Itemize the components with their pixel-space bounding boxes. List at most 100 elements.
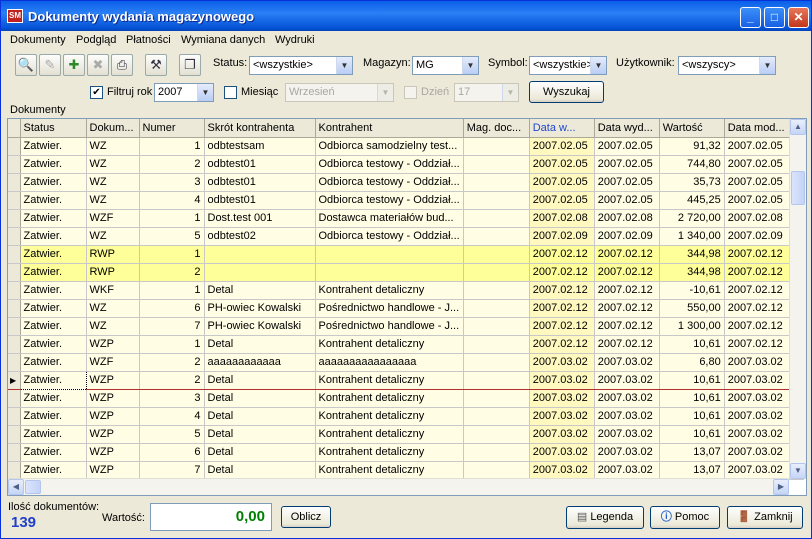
status-select[interactable]: <wszystkie> ▼ — [249, 56, 353, 75]
cell-mag-doc[interactable] — [463, 443, 530, 462]
cell-date-issue[interactable]: 2007.02.08 — [594, 209, 660, 228]
cell-date-mod[interactable]: 2007.03.02 — [724, 353, 790, 372]
cell-date-w[interactable]: 2007.03.02 — [529, 370, 595, 390]
cell-contractor-short[interactable]: odbtest01 — [204, 191, 316, 210]
table-row[interactable]: Zatwier. WZP 6 Detal Kontrahent detaliczny 20… — [8, 443, 805, 462]
preview-icon[interactable]: 🔍 — [15, 54, 37, 76]
cell-date-mod[interactable]: 2007.02.12 — [724, 299, 790, 318]
cell-date-w[interactable]: 2007.02.09 — [529, 227, 595, 246]
cell-number[interactable]: 5 — [139, 425, 205, 444]
cell-number[interactable]: 3 — [139, 173, 205, 192]
cell-mag-doc[interactable] — [463, 317, 530, 336]
cell-value[interactable]: 13,07 — [659, 461, 725, 480]
cell-status[interactable]: Zatwier. — [20, 317, 87, 336]
cell-contractor[interactable]: Kontrahent detaliczny — [315, 425, 464, 444]
cell-contractor-short[interactable]: odbtest01 — [204, 173, 316, 192]
cell-value[interactable]: 35,73 — [659, 173, 725, 192]
row-indicator[interactable] — [8, 461, 21, 480]
cell-contractor-short[interactable]: Detal — [204, 425, 316, 444]
table-row[interactable]: Zatwier. WZP 5 Detal Kontrahent detaliczny 20… — [8, 425, 805, 444]
cell-date-w[interactable]: 2007.02.05 — [529, 137, 595, 156]
cell-mag-doc[interactable] — [463, 155, 530, 174]
row-indicator[interactable] — [8, 173, 21, 192]
column-header-value[interactable]: Wartość — [659, 119, 725, 138]
cell-status[interactable]: Zatwier. — [20, 191, 87, 210]
scroll-right-icon[interactable]: ▶ — [773, 479, 789, 495]
cell-contractor-short[interactable] — [204, 263, 316, 282]
row-indicator[interactable] — [8, 407, 21, 426]
edit-icon[interactable]: ✎ — [39, 54, 61, 76]
cell-document[interactable]: WZ — [86, 155, 140, 174]
cell-mag-doc[interactable] — [463, 281, 530, 300]
row-indicator[interactable] — [8, 389, 21, 408]
row-indicator[interactable] — [8, 281, 21, 300]
cell-value[interactable]: 744,80 — [659, 155, 725, 174]
table-row[interactable]: Zatwier. WZ 1 odbtestsam Odbiorca samodzieln… — [8, 137, 805, 156]
cell-date-issue[interactable]: 2007.03.02 — [594, 389, 660, 408]
cell-value[interactable]: 1 300,00 — [659, 317, 725, 336]
cell-mag-doc[interactable] — [463, 209, 530, 228]
cell-date-mod[interactable]: 2007.02.05 — [724, 155, 790, 174]
cell-contractor[interactable]: Odbiorca testowy - Oddział... — [315, 173, 464, 192]
cell-date-issue[interactable]: 2007.02.12 — [594, 263, 660, 282]
cell-mag-doc[interactable] — [463, 227, 530, 246]
table-row[interactable]: Zatwier. RWP 2 2007.02.12 2007.02.12 344,98 20… — [8, 263, 805, 282]
cell-document[interactable]: WKF — [86, 281, 140, 300]
table-row[interactable]: Zatwier. WZ 7 PH-owiec Kowalski Pośrednictwo… — [8, 317, 805, 336]
cell-date-w[interactable]: 2007.02.08 — [529, 209, 595, 228]
cell-document[interactable]: WZP — [86, 389, 140, 408]
cell-number[interactable]: 6 — [139, 299, 205, 318]
cell-value[interactable]: 1 340,00 — [659, 227, 725, 246]
cell-value[interactable]: 91,32 — [659, 137, 725, 156]
cell-status[interactable]: Zatwier. — [20, 389, 87, 408]
cell-date-w[interactable]: 2007.03.02 — [529, 407, 595, 426]
cell-value[interactable]: 550,00 — [659, 299, 725, 318]
cell-mag-doc[interactable] — [463, 245, 530, 264]
cell-number[interactable]: 7 — [139, 461, 205, 480]
cell-status[interactable]: Zatwier. — [20, 227, 87, 246]
column-header-date-w[interactable]: Data w... — [529, 119, 595, 138]
vertical-scrollbar[interactable]: ▲ ▼ — [789, 119, 806, 479]
cell-date-mod[interactable]: 2007.02.12 — [724, 317, 790, 336]
help-button[interactable]: ⓘ Pomoc — [650, 506, 720, 529]
cell-date-mod[interactable]: 2007.02.12 — [724, 335, 790, 354]
cell-value[interactable]: 10,61 — [659, 370, 725, 390]
cell-number[interactable]: 2 — [139, 263, 205, 282]
cell-document[interactable]: WZ — [86, 227, 140, 246]
cell-mag-doc[interactable] — [463, 370, 530, 390]
calculate-button[interactable]: Oblicz — [281, 506, 331, 528]
add-icon[interactable]: ✚ — [63, 54, 85, 76]
table-row[interactable]: Zatwier. WZ 4 odbtest01 Odbiorca testowy - O… — [8, 191, 805, 210]
cell-date-issue[interactable]: 2007.03.02 — [594, 370, 660, 390]
cell-document[interactable]: RWP — [86, 245, 140, 264]
cell-contractor[interactable]: Kontrahent detaliczny — [315, 407, 464, 426]
row-indicator[interactable] — [8, 155, 21, 174]
menu-dokumenty[interactable]: Dokumenty — [10, 34, 66, 46]
scroll-up-icon[interactable]: ▲ — [790, 119, 806, 135]
cell-number[interactable]: 1 — [139, 335, 205, 354]
cell-document[interactable]: WZP — [86, 425, 140, 444]
cell-date-w[interactable]: 2007.02.12 — [529, 263, 595, 282]
cell-document[interactable]: WZ — [86, 137, 140, 156]
column-header-mag-doc[interactable]: Mag. doc... — [463, 119, 530, 138]
day-select[interactable]: 17 ▼ — [454, 83, 519, 102]
cell-number[interactable]: 1 — [139, 209, 205, 228]
cell-value[interactable]: 6,80 — [659, 353, 725, 372]
cell-date-mod[interactable]: 2007.03.02 — [724, 389, 790, 408]
cell-value[interactable]: 10,61 — [659, 407, 725, 426]
cell-mag-doc[interactable] — [463, 425, 530, 444]
table-row[interactable]: Zatwier. WKF 1 Detal Kontrahent detaliczny 20… — [8, 281, 805, 300]
cell-contractor-short[interactable]: aaaaaaaaaaaa — [204, 353, 316, 372]
filter-year-checkbox[interactable]: ✔ — [90, 86, 103, 99]
cell-date-mod[interactable]: 2007.02.05 — [724, 191, 790, 210]
cell-value[interactable]: 344,98 — [659, 245, 725, 264]
cell-date-w[interactable]: 2007.02.12 — [529, 299, 595, 318]
column-header-contractor-short[interactable]: Skrót kontrahenta — [204, 119, 316, 138]
cell-status[interactable]: Zatwier. — [20, 281, 87, 300]
print-icon[interactable]: ⎙ — [111, 54, 133, 76]
cell-date-issue[interactable]: 2007.03.02 — [594, 443, 660, 462]
cell-contractor[interactable]: Dostawca materiałów bud... — [315, 209, 464, 228]
cell-document[interactable]: WZ — [86, 173, 140, 192]
vertical-scroll-thumb[interactable] — [791, 171, 805, 205]
cell-date-issue[interactable]: 2007.03.02 — [594, 407, 660, 426]
